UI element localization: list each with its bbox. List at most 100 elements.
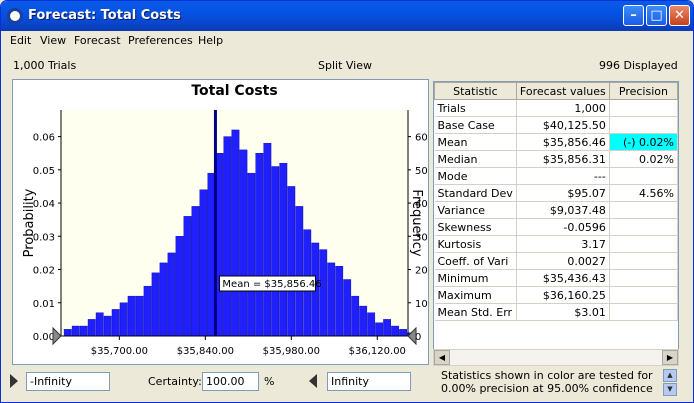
maximize-button[interactable]: □ (646, 5, 667, 26)
statistics-row: Skewness -0.0596 (434, 218, 678, 236)
statistics-header-row: Statistic Forecast values Precision (434, 82, 678, 100)
statistic-name: Minimum (434, 269, 517, 287)
histogram-bar (359, 305, 368, 337)
y-axis-title: Probability (22, 188, 37, 257)
forecast-values-column-header[interactable]: Forecast values (515, 82, 610, 100)
forecast-value: $36,160.25 (516, 286, 610, 304)
histogram-bar (383, 319, 392, 337)
histogram-bar (103, 315, 112, 337)
statistic-name: Mode (434, 167, 517, 185)
histogram-bar (255, 153, 264, 337)
histogram-bar (223, 136, 232, 337)
histogram-bar (95, 312, 104, 337)
statistics-row: Base Case $40,125.50 (434, 116, 678, 134)
menu-edit[interactable]: Edit (10, 34, 31, 47)
histogram-bar (295, 206, 304, 337)
histogram-bar (151, 272, 160, 337)
precision-column-header[interactable]: Precision (608, 82, 678, 100)
y-right-tick-label: 10 (415, 299, 428, 310)
title-bar[interactable]: Forecast: Total Costs – □ ✕ (1, 1, 693, 31)
y-tick-label: 0.01 (33, 299, 55, 310)
histogram-bar (287, 186, 296, 337)
statistic-name: Kurtosis (434, 235, 517, 253)
histogram-bar (319, 249, 328, 337)
statistics-row: Coeff. of Vari 0.0027 (434, 252, 678, 270)
histogram-bar (63, 329, 72, 337)
left-grabber-icon[interactable] (10, 374, 18, 388)
forecast-value: $35,856.46 (516, 133, 610, 151)
histogram-bar (351, 295, 360, 337)
scroll-up-icon[interactable]: ▲ (663, 369, 677, 382)
statistic-name: Standard Dev (434, 184, 517, 202)
statistics-row: Trials 1,000 (434, 99, 678, 117)
histogram-bar (71, 325, 80, 337)
histogram-bar (367, 312, 376, 337)
forecast-value: $35,436.43 (516, 269, 610, 287)
mean-label: Mean = $35,856.46 (222, 279, 321, 290)
certainty-input[interactable]: 100.00 (202, 372, 259, 391)
forecast-histogram: Total Costs0.00 00.01 100.02 200.03 300.04 40… (22, 83, 428, 357)
minimize-button[interactable]: – (623, 5, 644, 26)
maximize-icon: □ (650, 8, 663, 23)
x-tick-label: $35,980.00 (263, 346, 320, 357)
precision-value (609, 167, 678, 185)
close-icon: ✕ (674, 8, 685, 23)
note-scrollbar[interactable]: ▲ ▼ (663, 369, 677, 397)
histogram-bar (263, 143, 272, 337)
chart-title: Total Costs (191, 83, 277, 99)
histogram-bar (143, 285, 152, 337)
statistic-name: Median (434, 150, 517, 168)
statistics-table: Statistic Forecast values Precision Tria… (434, 82, 678, 321)
forecast-value: $35,856.31 (516, 150, 610, 168)
left-value-field[interactable]: -Infinity (26, 372, 110, 391)
histogram-bar (159, 262, 168, 337)
precision-value (609, 286, 678, 304)
certainty-label: Certainty: (148, 375, 202, 388)
statistics-row: Minimum $35,436.43 (434, 269, 678, 287)
right-value-field[interactable]: Infinity (327, 372, 411, 391)
chart-panel[interactable]: Total Costs 0.00 0 0.01 10 0.02 20 0.03 30 0.04 40… (12, 79, 429, 365)
histogram-bar (247, 172, 256, 337)
precision-value: (-) 0.02% (609, 133, 678, 151)
histogram-bar (399, 329, 407, 337)
histogram-bar (271, 166, 280, 337)
histogram-bar (335, 266, 344, 337)
histogram-bar (135, 295, 144, 337)
crystal-ball-app-icon (7, 8, 23, 24)
minimize-icon: – (630, 8, 637, 23)
statistic-name: Trials (434, 99, 517, 117)
y-tick-label: 0.06 (33, 133, 55, 144)
precision-value (609, 303, 678, 321)
precision-value: 4.56% (609, 184, 678, 202)
scroll-down-icon[interactable]: ▼ (663, 383, 677, 396)
y-right-tick-label: 50 (415, 166, 428, 177)
menu-view[interactable]: View (40, 34, 66, 47)
menu-preferences[interactable]: Preferences (128, 34, 193, 47)
histogram-bar (391, 325, 400, 337)
precision-value (609, 201, 678, 219)
right-chart-grabber-icon (407, 326, 417, 346)
right-grabber-icon[interactable] (309, 374, 317, 388)
certainty-unit: % (264, 375, 275, 388)
histogram-bar (127, 295, 136, 337)
histogram-bar (199, 189, 208, 337)
scroll-left-icon[interactable]: ◀ (434, 350, 450, 365)
close-button[interactable]: ✕ (669, 5, 690, 26)
window-title: Forecast: Total Costs (28, 8, 181, 23)
precision-value (609, 269, 678, 287)
forecast-value: 3.17 (516, 235, 610, 253)
menu-forecast[interactable]: Forecast (74, 34, 121, 47)
histogram-bar (111, 309, 120, 337)
histogram-bar (343, 279, 352, 337)
statistic-column-header[interactable]: Statistic (434, 82, 517, 100)
scroll-right-icon[interactable]: ▶ (662, 350, 678, 365)
menu-bar: Edit View Forecast Preferences Help (1, 31, 693, 50)
left-chart-grabber-icon (52, 326, 62, 346)
histogram-bar (175, 236, 184, 337)
forecast-value: $40,125.50 (516, 116, 610, 134)
menu-help[interactable]: Help (198, 34, 223, 47)
precision-value (609, 218, 678, 236)
forecast-value: --- (516, 167, 610, 185)
precision-value (609, 235, 678, 253)
stats-horizontal-scrollbar[interactable]: ◀ ▶ (433, 349, 679, 366)
